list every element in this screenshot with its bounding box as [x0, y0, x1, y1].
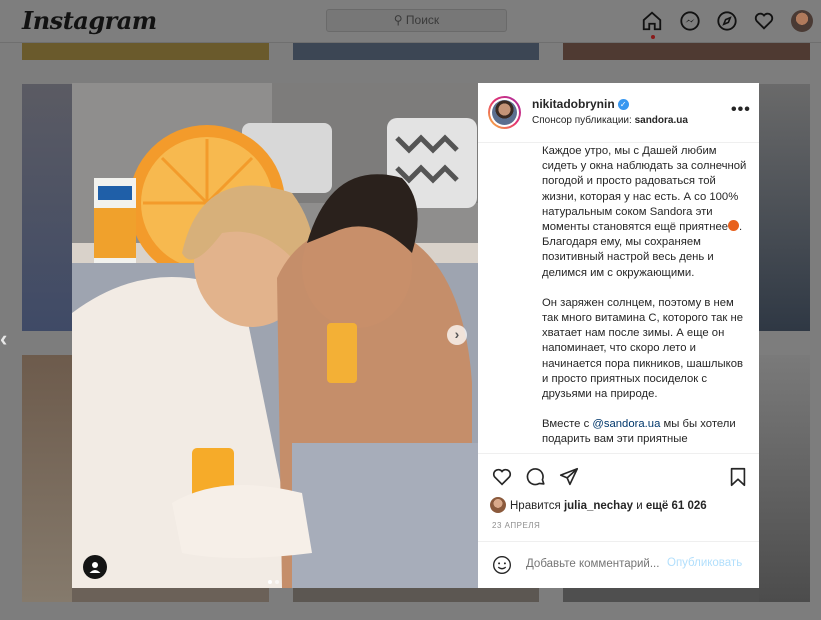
- emoji-icon[interactable]: [492, 555, 512, 575]
- grid-tile[interactable]: [563, 43, 810, 60]
- grid-tile[interactable]: [759, 355, 810, 602]
- post-date[interactable]: 23 АПРЕЛЯ: [492, 521, 540, 530]
- explore-icon[interactable]: [716, 10, 738, 32]
- instagram-logo[interactable]: Instagram: [22, 6, 157, 35]
- grid-tile[interactable]: [72, 588, 269, 602]
- next-photo-button[interactable]: ›: [447, 325, 467, 345]
- comment-icon[interactable]: [525, 466, 547, 488]
- post-caption: Каждое утро, мы с Дашей любим сидеть у о…: [542, 145, 747, 446]
- tagged-users-icon[interactable]: [83, 555, 107, 579]
- grid-tile[interactable]: [22, 84, 72, 331]
- publish-button[interactable]: Опубликовать: [667, 557, 742, 569]
- like-heart-icon[interactable]: [491, 466, 513, 488]
- post-details-panel: nikitadobrynin ✓ Спонсор публикации: sand…: [478, 83, 759, 588]
- comment-input[interactable]: [526, 558, 666, 570]
- sponsor-line: Спонсор публикации: sandora.ua: [532, 115, 688, 126]
- search-icon: ⚲: [393, 13, 406, 27]
- grid-tile[interactable]: [759, 84, 810, 331]
- top-nav-bar: Instagram ⚲ Поиск: [0, 0, 821, 43]
- profile-avatar[interactable]: [791, 10, 813, 32]
- mention-link[interactable]: @sandora.ua: [592, 418, 660, 430]
- grid-tile[interactable]: [293, 43, 539, 60]
- likes-count[interactable]: ещё 61 026: [646, 500, 707, 512]
- search-input[interactable]: ⚲ Поиск: [326, 9, 507, 32]
- likes-summary: Нравится julia_nechay и ещё 61 026: [490, 497, 707, 513]
- bookmark-icon[interactable]: [727, 466, 749, 488]
- heart-icon[interactable]: [753, 10, 775, 32]
- author-avatar[interactable]: [488, 96, 521, 129]
- more-options-icon[interactable]: •••: [731, 101, 751, 119]
- add-comment-row: Опубликовать: [478, 541, 759, 588]
- prev-post-chevron-icon[interactable]: ‹: [0, 326, 7, 352]
- liker-avatar[interactable]: [490, 497, 506, 513]
- post-photo[interactable]: [72, 83, 478, 588]
- orange-emoji-icon: [728, 220, 740, 232]
- active-indicator: [651, 35, 655, 39]
- share-icon[interactable]: [558, 466, 580, 488]
- home-icon[interactable]: [641, 10, 663, 32]
- grid-tile[interactable]: [563, 588, 759, 602]
- carousel-dots: [268, 571, 282, 589]
- verified-badge-icon: ✓: [617, 99, 629, 110]
- photo-illustration: [72, 83, 478, 588]
- messenger-icon[interactable]: [679, 10, 701, 32]
- grid-tile[interactable]: [22, 43, 269, 60]
- grid-tile[interactable]: [293, 588, 539, 602]
- grid-tile[interactable]: [22, 355, 72, 602]
- author-username[interactable]: nikitadobrynin ✓: [532, 97, 629, 111]
- sponsor-link[interactable]: sandora.ua: [635, 115, 688, 126]
- post-header: nikitadobrynin ✓ Спонсор публикации: sand…: [478, 83, 759, 143]
- action-bar: [478, 453, 759, 497]
- liker-username[interactable]: julia_nechay: [564, 500, 633, 512]
